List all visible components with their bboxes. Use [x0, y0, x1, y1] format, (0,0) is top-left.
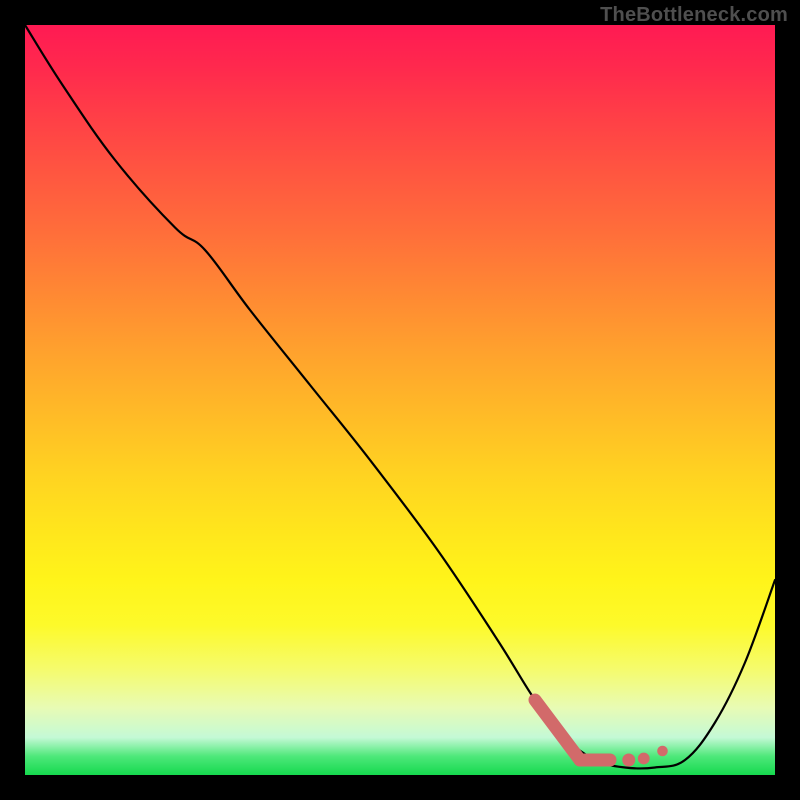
highlight-dot: [638, 753, 650, 765]
highlight-segment: [535, 700, 580, 760]
highlight-group: [535, 700, 668, 767]
highlight-dot: [657, 746, 668, 757]
bottleneck-curve: [25, 25, 775, 769]
chart-frame: TheBottleneck.com: [0, 0, 800, 800]
highlight-dot: [622, 754, 635, 767]
plot-area: [25, 25, 775, 775]
watermark-text: TheBottleneck.com: [600, 4, 788, 27]
curve-layer: [25, 25, 775, 775]
